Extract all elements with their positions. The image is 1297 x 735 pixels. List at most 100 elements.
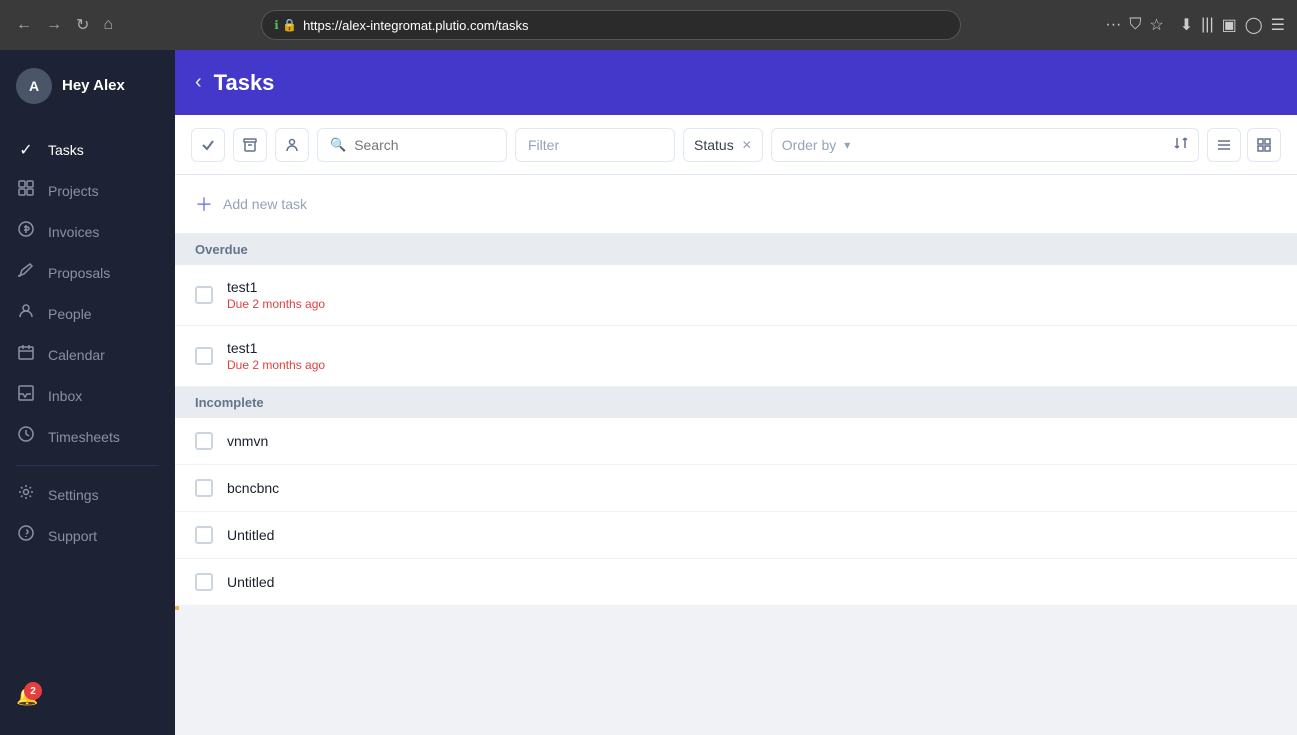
back-button[interactable]: ‹ [195,71,202,94]
sidebar-item-inbox[interactable]: Inbox [0,375,175,416]
progress-indicator [175,606,179,610]
notification-badge: 2 [24,682,42,700]
table-row[interactable]: bcncbnc [175,465,1297,512]
content-area[interactable]: ＋ Add new task Overdue test1 Due 2 month… [175,175,1297,735]
task-info: Untitled [227,527,274,543]
sidebar-item-people[interactable]: People [0,293,175,334]
status-label: Status [694,137,734,153]
home-button[interactable]: ⌂ [99,14,117,36]
proposals-icon [16,262,36,283]
chevron-down-icon: ▾ [844,138,850,152]
task-checkbox[interactable] [195,526,213,544]
sidebar-label-inbox: Inbox [48,388,82,404]
projects-icon [16,180,36,201]
search-input[interactable] [354,137,494,153]
sort-arrows-icon [1174,136,1188,153]
task-checkbox[interactable] [195,479,213,497]
status-filter[interactable]: Status ✕ [683,128,763,162]
task-name: test1 [227,279,325,295]
table-row[interactable]: vnmvn [175,418,1297,465]
sidebar-item-invoices[interactable]: Invoices [0,211,175,252]
checkmark-icon [201,138,215,152]
notification-area[interactable]: 🔔 2 [0,674,175,719]
filter-label: Filter [528,137,559,153]
task-name: vnmvn [227,433,268,449]
task-checkbox[interactable] [195,286,213,304]
table-row[interactable]: Untitled [175,512,1297,559]
sidebar-label-proposals: Proposals [48,265,110,281]
check-all-button[interactable] [191,128,225,162]
browser-right-icons: ··· ⛉ ☆ ⬇ ||| ▣ ◯ ☰ [1105,15,1285,35]
task-name: bcncbnc [227,480,279,496]
people-icon [16,303,36,324]
task-checkbox[interactable] [195,573,213,591]
section-incomplete-header: Incomplete [175,387,1297,418]
grid-view-icon [1257,138,1271,152]
security-icon: ℹ 🔒 [274,18,297,32]
sidebar-item-calendar[interactable]: Calendar [0,334,175,375]
calendar-icon [16,344,36,365]
table-row[interactable]: test1 Due 2 months ago [175,265,1297,326]
page-title: Tasks [214,70,275,96]
timesheets-icon [16,426,36,447]
task-info: test1 Due 2 months ago [227,279,325,311]
menu-icon[interactable]: ☰ [1271,15,1285,35]
browser-nav-buttons: ← → ↻ ⌂ [12,13,117,37]
sidebar-item-proposals[interactable]: Proposals [0,252,175,293]
sidebar-label-invoices: Invoices [48,224,99,240]
more-options-icon[interactable]: ··· [1105,16,1121,34]
task-checkbox[interactable] [195,432,213,450]
library-icon[interactable]: ||| [1201,16,1213,34]
add-task-bar[interactable]: ＋ Add new task [175,175,1297,234]
sidebar-label-projects: Projects [48,183,99,199]
settings-icon [16,484,36,505]
reload-button[interactable]: ↻ [72,13,93,37]
inbox-icon [16,385,36,406]
sidebar-item-timesheets[interactable]: Timesheets [0,416,175,457]
sidebar-toggle-icon[interactable]: ▣ [1222,15,1237,35]
task-name: test1 [227,340,325,356]
bookmark-icon[interactable]: ☆ [1149,15,1163,35]
browser-chrome: ← → ↻ ⌂ ℹ 🔒 https://alex-integromat.plut… [0,0,1297,50]
sidebar-bottom: 🔔 2 [0,666,175,735]
task-due-date: Due 2 months ago [227,358,325,372]
status-clear-icon[interactable]: ✕ [742,138,752,152]
user-header: A Hey Alex [0,50,175,122]
sidebar-item-support[interactable]: Support [0,515,175,556]
profile-icon[interactable]: ◯ [1245,15,1263,35]
sidebar-item-tasks[interactable]: ✓ Tasks [0,130,175,170]
address-bar[interactable]: ℹ 🔒 https://alex-integromat.plutio.com/t… [261,10,961,40]
toolbar: 🔍 Filter Status ✕ Order by ▾ [175,115,1297,175]
task-info: test1 Due 2 months ago [227,340,325,372]
task-name: Untitled [227,527,274,543]
person-icon [285,138,299,152]
sidebar-label-settings: Settings [48,487,99,503]
list-view-button[interactable] [1207,128,1241,162]
order-by-box[interactable]: Order by ▾ [771,128,1199,162]
url-text: https://alex-integromat.plutio.com/tasks [303,18,948,33]
pocket-icon[interactable]: ⛉ [1129,16,1141,34]
table-row[interactable]: Untitled [175,559,1297,606]
filter-box[interactable]: Filter [515,128,675,162]
back-nav-button[interactable]: ← [12,14,36,36]
table-row[interactable]: test1 Due 2 months ago [175,326,1297,387]
forward-nav-button[interactable]: → [42,14,66,36]
grid-view-button[interactable] [1247,128,1281,162]
app-container: A Hey Alex ✓ Tasks Projects Invoices [0,50,1297,735]
add-task-icon: ＋ [195,191,213,217]
page-header: ‹ Tasks [175,50,1297,115]
sidebar-label-tasks: Tasks [48,142,84,158]
section-overdue-header: Overdue [175,234,1297,265]
sidebar-item-settings[interactable]: Settings [0,474,175,515]
archive-button[interactable] [233,128,267,162]
task-info: Untitled [227,574,274,590]
list-view-icon [1217,138,1231,152]
sidebar-item-projects[interactable]: Projects [0,170,175,211]
download-icon[interactable]: ⬇ [1180,15,1193,35]
invoices-icon [16,221,36,242]
search-box[interactable]: 🔍 [317,128,507,162]
main-content: ‹ Tasks 🔍 Filter Status ✕ [175,50,1297,735]
assign-button[interactable] [275,128,309,162]
archive-icon [243,138,257,152]
task-checkbox[interactable] [195,347,213,365]
